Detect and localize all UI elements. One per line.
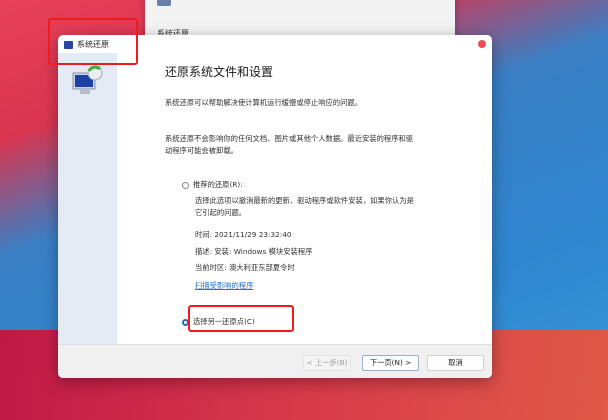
background-window[interactable]: 系统还原	[145, 0, 455, 40]
radio-label: 推荐的还原(R):	[193, 180, 243, 189]
page-heading: 还原系统文件和设置	[165, 65, 274, 79]
button-bar: < 上一步(B) 下一页(N) > 取消	[58, 344, 492, 378]
restore-time: 时间: 2021/11/29 23:32:40	[195, 230, 292, 239]
scan-affected-programs-link[interactable]: 扫描受影响的程序	[195, 281, 253, 291]
note-text: 系统还原不会影响你的任何文档、图片或其他个人数据。最近安装的程序和驱动程序可能会…	[165, 134, 414, 155]
intro-text: 系统还原可以帮助解决使计算机运行缓慢或停止响应的问题。	[165, 98, 363, 107]
back-button[interactable]: < 上一步(B)	[303, 355, 351, 371]
system-restore-icon	[157, 0, 171, 6]
cancel-button[interactable]: 取消	[427, 355, 484, 371]
side-panel	[58, 53, 117, 345]
highlight-box-title	[48, 18, 138, 65]
highlight-box-choose-other	[188, 305, 294, 332]
recommended-description: 选择此选项以撤消最新的更新、驱动程序或软件安装，如果你认为是它引起的问题。	[195, 196, 414, 217]
time-zone: 当前时区: 澳大利亚东部夏令时	[195, 263, 295, 272]
next-button[interactable]: 下一页(N) >	[362, 355, 419, 371]
close-button[interactable]	[478, 40, 486, 48]
recommended-restore-radio[interactable]: 推荐的还原(R):	[182, 180, 243, 190]
computer-restore-icon	[72, 65, 103, 94]
restore-description: 描述: 安装: Windows 模块安装程序	[195, 247, 313, 256]
radio-button[interactable]	[182, 181, 189, 189]
